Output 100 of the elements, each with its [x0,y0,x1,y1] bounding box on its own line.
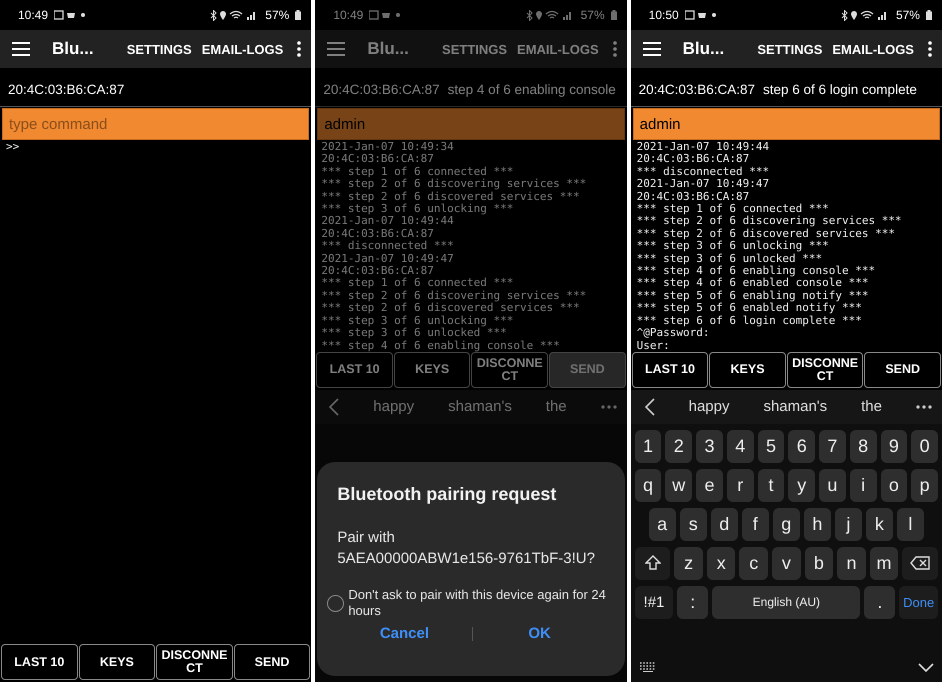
key[interactable]: y [788,468,816,502]
suggestion-word[interactable]: shaman's [763,398,828,416]
command-field[interactable]: type command [2,108,310,140]
key[interactable]: 4 [726,430,754,463]
key[interactable]: n [837,546,866,580]
log-line: *** step 1 of 6 connected *** [321,277,514,290]
key[interactable]: w [665,468,692,502]
key[interactable]: k [866,508,893,541]
key[interactable]: e [696,468,723,502]
log-line: *** step 4 of 6 enabling console *** [636,265,876,278]
key[interactable]: : [677,586,708,619]
more-options-icon[interactable] [928,41,932,57]
connection-status: step 6 of 6 login complete [762,82,917,96]
action-button[interactable]: LAST 10 [1,644,78,680]
key[interactable]: a [648,508,676,541]
key[interactable]: h [804,508,831,541]
log-line: 20:4C:03:B6:CA:87 [636,190,750,204]
done-key[interactable]: Done [899,586,938,619]
backspace-icon [910,556,930,570]
hide-keyboard-chevron-icon[interactable] [918,662,934,672]
backspace-key[interactable] [902,546,938,580]
suggestion-word[interactable]: the [861,398,882,416]
key[interactable]: b [804,546,834,580]
key[interactable]: t [758,468,784,502]
key[interactable]: 9 [880,430,908,463]
key[interactable]: x [706,546,736,580]
log-line: *** step 1 of 6 connected *** [321,166,514,178]
option-label: Don't ask to pair with this device again for 24 hours [348,587,607,619]
key[interactable]: 1 [634,430,662,463]
key[interactable]: j [834,508,862,541]
space-key[interactable]: English (AU) [712,586,860,619]
log-line: *** step 6 of 6 login complete *** [636,314,863,328]
action-button[interactable]: KEYS [394,352,470,388]
key[interactable]: u [819,468,846,502]
log-line: *** step 3 of 6 unlocked *** [636,252,824,266]
log-line: 2021-Jan-07 10:49:47 [321,252,455,266]
key[interactable]: 6 [788,430,816,463]
key[interactable]: l [896,508,924,541]
key[interactable]: 0 [911,430,938,463]
toolbar-action[interactable]: EMAIL-LOGS [202,42,284,56]
toolbar-action[interactable]: SETTINGS [757,42,822,56]
key[interactable]: c [739,546,768,580]
action-button[interactable]: DISCONNECT [786,352,864,388]
dialog-button[interactable]: Cancel [337,623,472,644]
suggestion-word[interactable]: shaman's [448,398,512,416]
symbols-key[interactable]: !#1 [634,586,674,619]
key[interactable]: 2 [665,430,692,463]
toolbar-action[interactable]: EMAIL-LOGS [832,42,914,56]
key[interactable]: s [680,508,707,541]
suggestion-word[interactable]: happy [688,398,730,416]
key[interactable]: z [674,546,703,580]
action-button[interactable]: KEYS [78,644,156,680]
more-icon[interactable] [916,404,932,409]
key[interactable]: d [710,508,738,541]
action-button[interactable]: DISCONNECT [471,352,548,388]
action-button[interactable]: SEND [234,644,310,680]
action-button[interactable]: KEYS [709,352,786,388]
key[interactable]: 7 [819,430,846,463]
key[interactable]: m [870,546,898,580]
action-button[interactable]: LAST 10 [316,352,393,388]
key[interactable]: f [742,508,769,541]
log-line: *** disconnected *** [636,166,770,178]
toolbar-action[interactable]: SETTINGS [442,42,508,56]
log-line: 2021-Jan-07 10:49:34 [321,141,455,154]
action-button[interactable]: SEND [864,352,941,388]
toolbar-action[interactable]: EMAIL-LOGS [517,42,599,56]
log-line: *** step 3 of 6 unlocking *** [321,314,514,328]
action-button[interactable]: DISCONNECT [156,644,233,680]
device-address: 20:4C:03:B6:CA:87 [323,82,440,96]
log-line: 20:4C:03:B6:CA:87 [321,153,435,166]
key[interactable]: 8 [850,430,877,463]
back-chevron-icon[interactable] [644,398,655,416]
key[interactable]: r [726,468,754,502]
menu-icon[interactable] [12,42,30,56]
key[interactable]: q [634,468,662,502]
key[interactable]: i [850,468,877,502]
toolbar-action[interactable]: SETTINGS [126,42,192,56]
log-line: ^@Password: [636,327,711,340]
log-line: User: [636,340,671,352]
menu-icon[interactable] [642,42,661,56]
more-options-icon[interactable] [297,41,302,57]
log-line: *** disconnected *** [321,240,455,253]
app-title: Blu... [367,39,410,59]
command-field[interactable]: admin [632,108,940,140]
keyboard-icon[interactable] [638,662,657,672]
dialog-title: Bluetooth pairing request [337,484,558,505]
dialog-message: Pair with [337,528,396,548]
key[interactable]: 5 [758,430,784,463]
key[interactable]: 3 [696,430,723,463]
key[interactable]: p [911,468,938,502]
key[interactable]: . [864,586,896,619]
radio-button[interactable] [327,595,344,612]
action-button[interactable]: LAST 10 [632,352,708,388]
dialog-button[interactable]: OK [472,623,607,644]
key[interactable]: g [772,508,800,541]
key[interactable]: v [772,546,801,580]
suggestion-word[interactable]: the [546,398,567,416]
suggestion-word[interactable]: happy [373,398,414,416]
key[interactable]: o [880,468,908,502]
shift-key[interactable] [634,546,670,580]
